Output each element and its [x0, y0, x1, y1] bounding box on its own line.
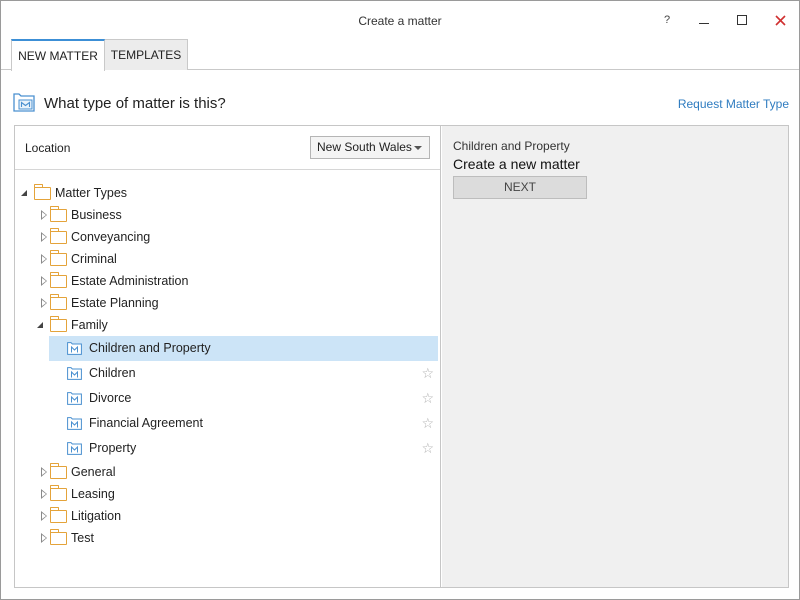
main-panel: Location New South Wales Matter Types Bu…: [14, 125, 789, 588]
tree-leaf-label: Property: [89, 441, 137, 455]
close-button[interactable]: [765, 7, 795, 33]
star-outline-icon[interactable]: ☆: [421, 411, 434, 436]
tree-leaf-label: Children: [89, 366, 136, 380]
folder-icon: [49, 485, 67, 501]
tree-leaf-financial-agreement[interactable]: Financial Agreement ☆: [15, 411, 440, 436]
selected-matter-type: Children and Property: [453, 139, 570, 153]
expanded-arrow-icon[interactable]: [37, 322, 43, 328]
matter-type-pane: Location New South Wales Matter Types Bu…: [15, 126, 441, 587]
tree-leaf-label: Children and Property: [89, 341, 211, 355]
create-matter-window: Create a matter ? NEW MATTER TEMPLATES W…: [0, 0, 800, 600]
folder-icon: [49, 250, 67, 266]
minimize-button[interactable]: [689, 7, 719, 33]
star-outline-icon[interactable]: ☆: [421, 361, 434, 386]
collapsed-arrow-icon[interactable]: [41, 489, 47, 499]
tree-leaf-children[interactable]: Children ☆: [15, 361, 440, 386]
request-matter-type-link[interactable]: Request Matter Type: [678, 97, 789, 111]
collapsed-arrow-icon[interactable]: [41, 276, 47, 286]
tree-node-criminal[interactable]: Criminal: [15, 248, 440, 270]
tree-node-label: Criminal: [71, 252, 117, 266]
star-outline-icon[interactable]: ☆: [421, 436, 434, 461]
matter-type-icon: [67, 392, 82, 405]
tree-node-label: Test: [71, 531, 94, 545]
details-pane: Children and Property Create a new matte…: [442, 126, 788, 587]
maximize-icon: [737, 15, 747, 25]
folder-icon: [49, 206, 67, 222]
collapsed-arrow-icon[interactable]: [41, 254, 47, 264]
tree-node-litigation[interactable]: Litigation: [15, 505, 440, 527]
tree-leaf-divorce[interactable]: Divorce ☆: [15, 386, 440, 411]
minimize-icon: [699, 22, 709, 24]
tree-node-label: Estate Planning: [71, 296, 159, 310]
collapsed-arrow-icon[interactable]: [41, 210, 47, 220]
tree-node-label: General: [71, 465, 116, 479]
folder-icon: [49, 272, 67, 288]
collapsed-arrow-icon[interactable]: [41, 467, 47, 477]
tree-node-general[interactable]: General: [15, 461, 440, 483]
tree-node-matter-types[interactable]: Matter Types: [15, 182, 440, 204]
tree-node-label: Estate Administration: [71, 274, 189, 288]
collapsed-arrow-icon[interactable]: [41, 511, 47, 521]
tree-node-label: Conveyancing: [71, 230, 151, 244]
chevron-down-icon: [414, 146, 422, 150]
location-row: Location New South Wales: [15, 126, 440, 170]
tree-node-test[interactable]: Test: [15, 527, 440, 549]
tree-leaf-label: Divorce: [89, 391, 132, 405]
tree-node-leasing[interactable]: Leasing: [15, 483, 440, 505]
matter-type-icon: [67, 367, 82, 380]
tree-node-conveyancing[interactable]: Conveyancing: [15, 226, 440, 248]
next-button[interactable]: NEXT: [453, 176, 587, 199]
collapsed-arrow-icon[interactable]: [41, 298, 47, 308]
help-icon: ?: [663, 14, 671, 26]
collapsed-arrow-icon[interactable]: [41, 533, 47, 543]
tree-node-label: Business: [71, 208, 122, 222]
folder-icon: [49, 316, 67, 332]
tree-node-estate-administration[interactable]: Estate Administration: [15, 270, 440, 292]
folder-icon: [33, 184, 51, 200]
help-button[interactable]: ?: [652, 7, 682, 33]
folder-icon: [49, 529, 67, 545]
details-title: Create a new matter: [453, 156, 580, 172]
folder-icon: [49, 228, 67, 244]
matter-type-icon: [13, 93, 35, 112]
star-outline-icon[interactable]: ☆: [421, 386, 434, 411]
tab-strip: NEW MATTER TEMPLATES: [1, 39, 799, 71]
title-bar: Create a matter ?: [1, 1, 799, 39]
tree-node-label: Family: [71, 318, 108, 332]
page-question: What type of matter is this?: [44, 95, 226, 112]
tree-node-estate-planning[interactable]: Estate Planning: [15, 292, 440, 314]
tree-leaf-property[interactable]: Property ☆: [15, 436, 440, 461]
folder-icon: [49, 507, 67, 523]
tree-node-label: Leasing: [71, 487, 115, 501]
tree-node-label: Litigation: [71, 509, 122, 523]
matter-type-tree: Matter Types Business Conveyancing Crimi…: [15, 182, 440, 549]
close-icon: [774, 14, 786, 26]
tree-node-label: Matter Types: [55, 186, 128, 200]
location-dropdown[interactable]: New South Wales: [310, 136, 430, 159]
matter-type-icon: [67, 417, 82, 430]
folder-icon: [49, 294, 67, 310]
folder-icon: [49, 463, 67, 479]
tree-node-family[interactable]: Family: [15, 314, 440, 336]
tab-new-matter[interactable]: NEW MATTER: [11, 39, 105, 71]
header-row: What type of matter is this? Request Mat…: [13, 91, 789, 117]
location-label: Location: [25, 141, 71, 155]
matter-type-icon: [67, 442, 82, 455]
tree-leaf-label: Financial Agreement: [89, 416, 203, 430]
location-selected-value: New South Wales: [317, 140, 412, 154]
matter-type-icon: [67, 342, 82, 355]
tree-node-business[interactable]: Business: [15, 204, 440, 226]
tree-leaf-children-and-property[interactable]: Children and Property: [15, 336, 440, 361]
expanded-arrow-icon[interactable]: [21, 190, 27, 196]
tab-templates[interactable]: TEMPLATES: [105, 39, 188, 70]
maximize-button[interactable]: [727, 7, 757, 33]
collapsed-arrow-icon[interactable]: [41, 232, 47, 242]
